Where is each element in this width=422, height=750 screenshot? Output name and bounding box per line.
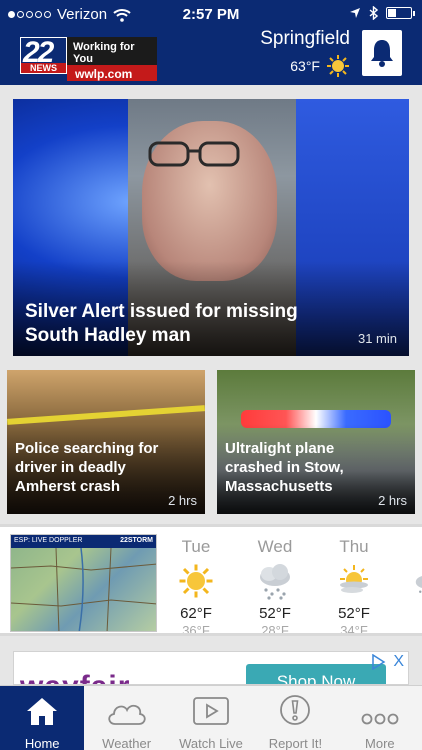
story-headline: Police searching for driver in deadly Am…	[15, 440, 159, 495]
forecast-day[interactable]: Thu 52°F 34°F	[324, 537, 384, 636]
logo-number-block: 22 NEWS	[20, 36, 67, 74]
story-timestamp: 2 hrs	[378, 493, 407, 508]
forecast-high: 52°F	[338, 605, 370, 622]
more-dots-icon	[361, 713, 399, 725]
tab-weather[interactable]: Weather	[84, 686, 168, 750]
current-temperature: 63°F	[290, 58, 320, 74]
tab-label: Home	[24, 736, 60, 750]
weather-strip: ESP: LIVE DOPPLER 22STORM Tue 62°F 36°F …	[0, 524, 422, 636]
tab-label: Weather	[102, 736, 152, 750]
hero-story[interactable]: Silver Alert issued for missing South Ha…	[13, 99, 409, 356]
story-card[interactable]: Police searching for driver in deadly Am…	[7, 370, 205, 514]
signal-dots-icon	[8, 11, 51, 18]
forecast-day-name: Tue	[181, 537, 211, 556]
city-name: Springfield	[260, 28, 350, 49]
forecast-day-partial	[412, 565, 422, 610]
tab-more[interactable]: More	[338, 686, 422, 750]
status-bar: Verizon 2:57 PM	[0, 4, 422, 24]
radar-thumbnail[interactable]: ESP: LIVE DOPPLER 22STORM	[10, 534, 157, 632]
logo-slogan: Working for You wwlp.com	[67, 37, 157, 81]
radar-header: ESP: LIVE DOPPLER 22STORM	[11, 535, 156, 548]
story-timestamp: 2 hrs	[168, 493, 197, 508]
app-header: Verizon 2:57 PM 22 NEWS Working for You …	[0, 0, 422, 85]
status-time: 2:57 PM	[182, 6, 240, 23]
current-weather[interactable]: Springfield 63°F	[260, 28, 350, 78]
location-arrow-icon	[350, 8, 360, 18]
forecast-high: 52°F	[259, 605, 291, 622]
snow-cloud-icon	[415, 575, 422, 593]
home-icon	[27, 698, 58, 725]
station-logo[interactable]: 22 NEWS Working for You wwlp.com	[20, 36, 157, 81]
ad-banner[interactable]: wayfair Shop Now X	[13, 651, 409, 685]
story-headline: Ultralight plane crashed in Stow, Massac…	[225, 440, 344, 495]
tab-watch-live[interactable]: Watch Live	[169, 686, 253, 750]
radar-map-lines	[11, 548, 156, 631]
forecast-day-name: Thu	[339, 537, 369, 556]
adchoices-icon[interactable]	[370, 654, 386, 670]
ad-brand: wayfair	[20, 670, 130, 684]
radar-brand: 22STORM	[120, 537, 153, 544]
forecast-low: 36°F	[182, 623, 210, 636]
forecast-low: 28°F	[261, 623, 289, 636]
ad-close-button[interactable]: X	[393, 653, 404, 671]
hero-headline: Silver Alert issued for missing South Ha…	[25, 301, 298, 346]
slogan-url: wwlp.com	[67, 65, 157, 81]
sun-icon	[179, 564, 213, 598]
alert-exclamation-icon	[280, 695, 311, 725]
bell-icon	[371, 40, 393, 67]
play-icon	[193, 697, 229, 725]
forecast-day[interactable]: Tue 62°F 36°F	[166, 537, 226, 636]
cloud-icon	[107, 704, 146, 725]
carrier-name: Verizon	[57, 6, 108, 23]
slogan-top: Working for You	[67, 37, 157, 65]
tab-label: Watch Live	[179, 736, 243, 750]
glasses-shape	[148, 141, 240, 167]
ad-shop-now-button[interactable]: Shop Now	[246, 664, 386, 684]
hero-timestamp: 31 min	[357, 331, 397, 346]
bluetooth-icon	[369, 6, 378, 20]
tab-bar: Home Weather Watch Live Report It! More	[0, 685, 422, 750]
alerts-button[interactable]	[362, 30, 402, 76]
logo-news: NEWS	[21, 63, 66, 73]
snow-cloud-icon	[260, 564, 290, 600]
wifi-icon	[113, 8, 131, 22]
radar-label: ESP: LIVE DOPPLER	[14, 537, 83, 544]
tab-label: Report It!	[268, 736, 323, 750]
carrier-info: Verizon	[8, 6, 131, 23]
tab-report-it[interactable]: Report It!	[253, 686, 337, 750]
forecast-high: 62°F	[180, 605, 212, 622]
forecast-low: 34°F	[340, 623, 368, 636]
status-right	[349, 6, 415, 20]
sun-icon	[327, 55, 349, 77]
forecast-day[interactable]: Wed 52°F 28°F	[245, 537, 305, 636]
tab-home[interactable]: Home	[0, 686, 85, 750]
forecast-day-name: Wed	[257, 537, 293, 556]
story-card[interactable]: Ultralight plane crashed in Stow, Massac…	[217, 370, 415, 514]
partly-sunny-icon	[340, 565, 368, 593]
battery-icon	[386, 7, 415, 19]
tab-label: More	[365, 736, 395, 750]
